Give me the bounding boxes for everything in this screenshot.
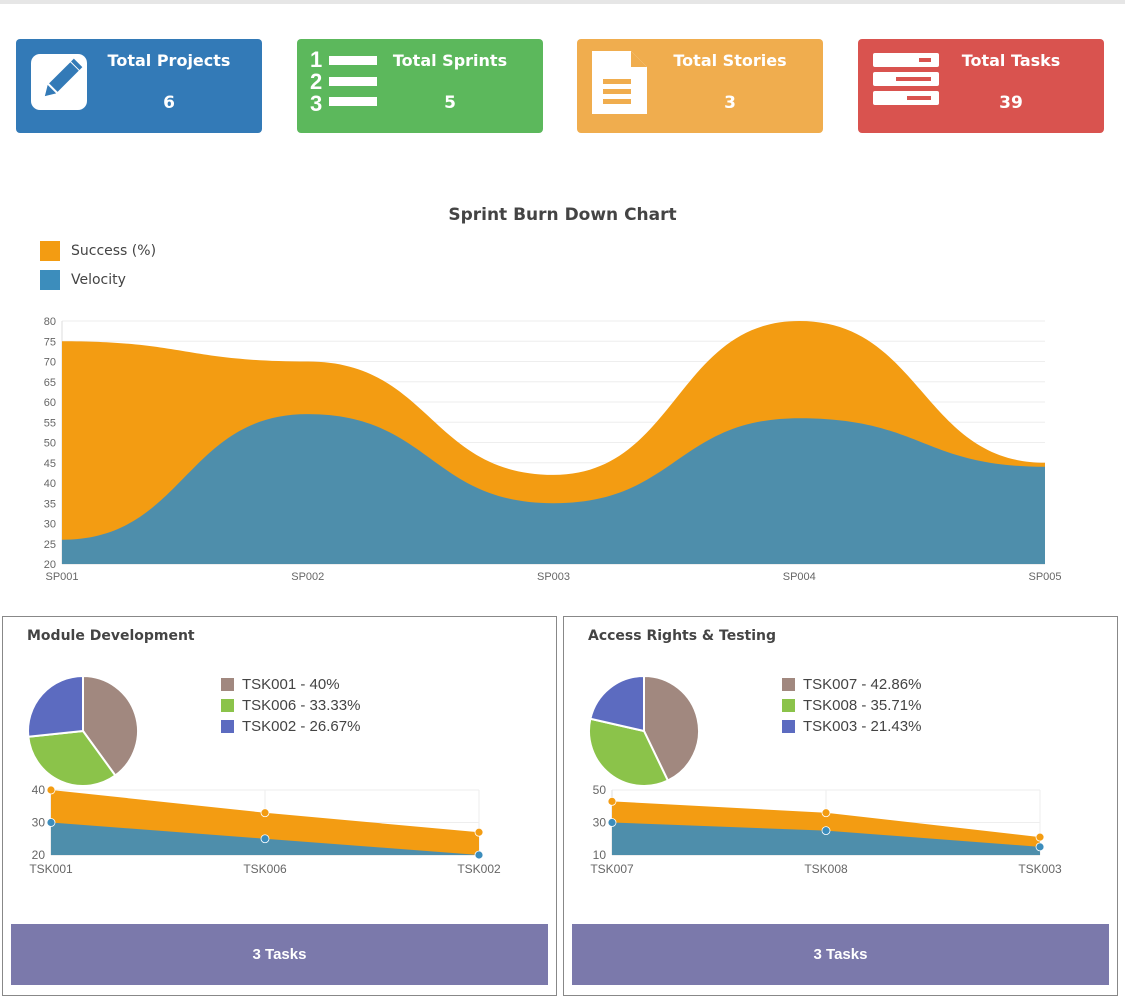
legend-swatch: [221, 720, 234, 733]
legend-swatch: [782, 720, 795, 733]
task-area-chart: 20 30 40 TSK001 TSK006 TSK002: [29, 783, 501, 876]
data-point: [46, 818, 56, 827]
y-tick-label: 35: [44, 498, 56, 510]
y-tick-label: 45: [44, 458, 56, 470]
legend-label: TSK006 - 33.33%: [242, 697, 361, 714]
legend-label: TSK001 - 40%: [242, 676, 340, 693]
legend-label: TSK002 - 26.67%: [242, 718, 361, 735]
data-point: [821, 826, 831, 836]
x-tick-label: TSK007: [590, 862, 634, 876]
data-point: [1035, 832, 1045, 842]
legend-swatch: [782, 699, 795, 712]
data-point: [474, 827, 484, 837]
y-tick-label: 40: [32, 783, 46, 797]
legend-item: TSK007 - 42.86%: [782, 674, 921, 695]
legend-item: TSK002 - 26.67%: [221, 716, 360, 737]
data-point: [260, 834, 270, 844]
y-tick-label: 30: [44, 519, 56, 531]
y-tick-label: 40: [44, 478, 56, 490]
burn-down-chart: 20 25 30 35 40 45 50 55 60 65 70 75 80 SP001 SP002 SP00…: [44, 316, 1062, 583]
x-tick-label: SP002: [291, 571, 324, 583]
y-tick-label: 60: [44, 397, 56, 409]
task-area-chart: 10 30 50 TSK007 TSK008 TSK003: [590, 783, 1062, 876]
y-tick-label: 50: [593, 783, 607, 797]
y-tick-label: 80: [44, 316, 56, 328]
legend-item: TSK008 - 35.71%: [782, 695, 921, 716]
y-tick-label: 70: [44, 357, 56, 369]
data-point: [607, 796, 617, 806]
data-point: [607, 818, 617, 827]
legend-label: TSK007 - 42.86%: [803, 676, 922, 693]
pie-legend: TSK007 - 42.86% TSK008 - 35.71% TSK003 -…: [782, 674, 921, 737]
data-point: [821, 808, 831, 818]
y-tick-label: 10: [593, 848, 607, 862]
y-tick-label: 50: [44, 438, 56, 450]
y-tick-label: 25: [44, 539, 56, 551]
y-tick-label: 65: [44, 377, 56, 389]
legend-label: TSK003 - 21.43%: [803, 718, 922, 735]
pie-legend: TSK001 - 40% TSK006 - 33.33% TSK002 - 26…: [221, 674, 360, 737]
module-development-panel: Module Development TSK001 - 40% TSK006 -…: [2, 616, 557, 996]
tasks-button[interactable]: 3 Tasks: [11, 924, 548, 985]
x-tick-label: SP003: [537, 571, 570, 583]
x-tick-label: SP004: [783, 571, 816, 583]
data-point: [260, 808, 270, 818]
pie-slice: [27, 674, 84, 738]
legend-item: TSK001 - 40%: [221, 674, 360, 695]
x-tick-label: TSK006: [243, 862, 287, 876]
access-rights-testing-panel: Access Rights & Testing TSK007 - 42.86% …: [563, 616, 1118, 996]
x-tick-label: TSK002: [457, 862, 501, 876]
legend-swatch: [221, 678, 234, 691]
y-tick-label: 30: [32, 816, 46, 830]
x-tick-label: TSK003: [1018, 862, 1062, 876]
y-tick-label: 75: [44, 336, 56, 348]
y-tick-label: 55: [44, 417, 56, 429]
legend-swatch: [782, 678, 795, 691]
data-point: [46, 785, 56, 795]
legend-label: TSK008 - 35.71%: [803, 697, 922, 714]
y-tick-label: 20: [32, 848, 46, 862]
legend-item: TSK006 - 33.33%: [221, 695, 360, 716]
x-tick-label: TSK008: [804, 862, 848, 876]
data-point: [1035, 842, 1045, 852]
y-tick-label: 30: [593, 816, 607, 830]
panel-title: Module Development: [27, 628, 195, 644]
legend-item: TSK003 - 21.43%: [782, 716, 921, 737]
y-tick-label: 20: [44, 559, 56, 571]
data-point: [474, 850, 484, 860]
panel-title: Access Rights & Testing: [588, 628, 777, 644]
x-tick-label: SP001: [45, 571, 78, 583]
tasks-button[interactable]: 3 Tasks: [572, 924, 1109, 985]
x-tick-label: TSK001: [29, 862, 73, 876]
x-tick-label: SP005: [1028, 571, 1061, 583]
legend-swatch: [221, 699, 234, 712]
